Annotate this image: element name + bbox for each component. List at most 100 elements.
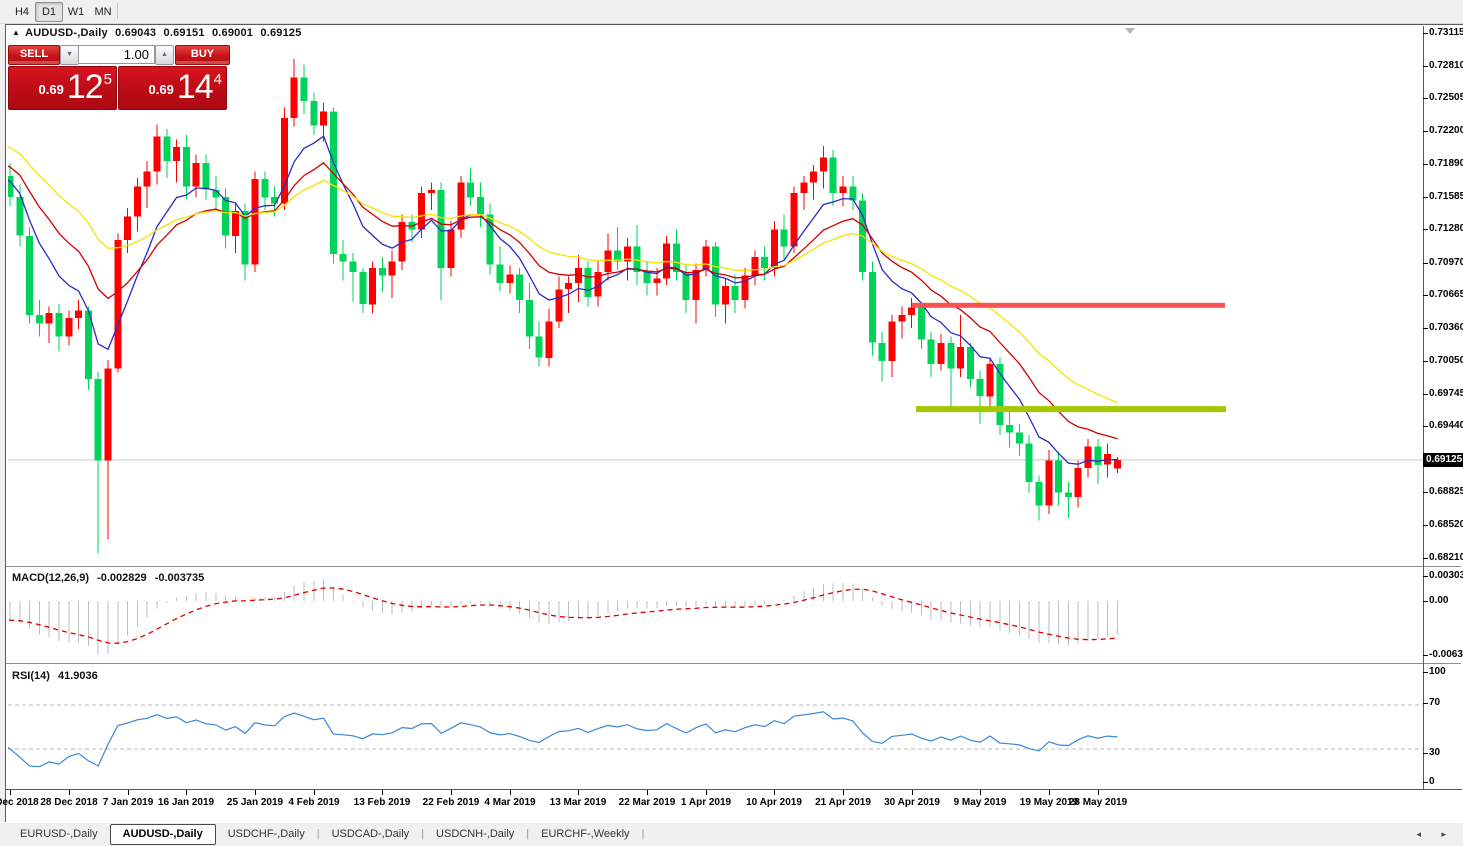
candle-body xyxy=(977,379,984,396)
candle-body xyxy=(154,136,161,171)
candle-body xyxy=(947,343,954,369)
candle-body xyxy=(918,308,925,340)
ohlc-high: 0.69151 xyxy=(164,27,205,39)
rsi-value: 41.9036 xyxy=(58,670,98,682)
candle-body xyxy=(75,311,82,319)
macd-signal-value: -0.003735 xyxy=(155,572,205,584)
volume-increase-button[interactable]: ▲ xyxy=(155,45,174,65)
ohlc-low: 0.69001 xyxy=(212,27,253,39)
date-tick xyxy=(382,790,383,795)
candle-body xyxy=(1075,468,1082,497)
candle-body xyxy=(1026,443,1033,482)
timeframe-button-w1[interactable]: W1 xyxy=(62,2,90,22)
candle-body xyxy=(418,193,425,229)
candle-body xyxy=(506,274,513,283)
price-tick xyxy=(1423,361,1428,362)
resistance-line[interactable] xyxy=(912,303,1225,308)
candle-body xyxy=(36,315,43,324)
candle-body xyxy=(585,268,592,297)
tab-scroll-arrows[interactable]: ◂ ▸ xyxy=(1416,829,1455,840)
chart-tab-eurchf[interactable]: EURCHF-,Weekly xyxy=(529,825,641,844)
macd-tick-label: 0.00 xyxy=(1429,595,1448,606)
candle-body xyxy=(516,274,523,300)
support-line[interactable] xyxy=(916,406,1226,412)
candle-body xyxy=(26,236,33,315)
rsi-tick-label: 100 xyxy=(1429,666,1446,677)
candle-body xyxy=(1016,433,1023,444)
candle-body xyxy=(301,77,308,101)
price-tick xyxy=(1423,263,1428,264)
candle-body xyxy=(957,347,964,368)
timeframe-button-d1[interactable]: D1 xyxy=(35,2,63,22)
candle-body xyxy=(820,158,827,172)
candle-body xyxy=(65,318,72,336)
candle-body xyxy=(193,163,200,187)
date-tick-label: 30 Apr 2019 xyxy=(884,797,940,808)
chart-tab-usdchf[interactable]: USDCHF-,Daily xyxy=(216,825,317,844)
chart-tab-eurusd[interactable]: EURUSD-,Daily xyxy=(8,825,110,844)
price-tick-label: 0.71280 xyxy=(1429,223,1463,234)
price-tick xyxy=(1423,295,1428,296)
date-tick-label: 19 Dec 2018 xyxy=(0,797,39,808)
pane-splitter-rsi[interactable] xyxy=(6,663,1461,666)
date-tick xyxy=(128,790,129,795)
candle-body xyxy=(810,172,817,183)
price-tick xyxy=(1423,394,1428,395)
date-tick-label: 9 May 2019 xyxy=(954,797,1007,808)
sell-price-box[interactable]: 0.69125 xyxy=(8,66,117,110)
buy-price-box[interactable]: 0.69144 xyxy=(118,66,227,110)
macd-tick-label: -0.006311 xyxy=(1429,649,1463,660)
sell-button[interactable]: SELL xyxy=(8,45,60,65)
candle-body xyxy=(889,321,896,361)
price-tick-label: 0.68520 xyxy=(1429,519,1463,530)
one-click-trading-panel: SELL ▼ 1.00 ▲ BUY 0.69125 0.69144 xyxy=(8,45,228,63)
buy-price-pips: 14 xyxy=(177,68,213,106)
collapse-panel-icon[interactable]: ▲ xyxy=(12,28,20,37)
candle-body xyxy=(242,211,249,265)
chart-tab-usdcnh[interactable]: USDCNH-,Daily xyxy=(424,825,526,844)
chart-tab-usdcad[interactable]: USDCAD-,Daily xyxy=(320,825,422,844)
date-tick xyxy=(510,790,511,795)
candle-body xyxy=(683,272,690,300)
candle-body xyxy=(203,163,210,190)
candle-body xyxy=(526,300,533,336)
macd-tick xyxy=(1423,576,1428,577)
macd-main-value: -0.002829 xyxy=(97,572,147,584)
candle-body xyxy=(555,289,562,321)
volume-decrease-button[interactable]: ▼ xyxy=(60,45,79,65)
price-tick-label: 0.70050 xyxy=(1429,355,1463,366)
chart-shift-marker-icon[interactable] xyxy=(1125,28,1135,34)
candle-body xyxy=(261,179,268,197)
macd-tick-label: 0.003035 xyxy=(1429,570,1463,581)
candle-body xyxy=(536,336,543,357)
macd-pane[interactable] xyxy=(8,570,1423,663)
buy-price-point: 4 xyxy=(214,71,222,88)
candle-body xyxy=(497,265,504,283)
price-tick-label: 0.73115 xyxy=(1429,27,1463,38)
volume-input[interactable]: 1.00 xyxy=(78,45,155,64)
date-tick xyxy=(451,790,452,795)
candle-body xyxy=(967,347,974,379)
timeframe-button-h4[interactable]: H4 xyxy=(8,2,36,22)
candle-body xyxy=(232,211,239,236)
chart-tab-audusd[interactable]: AUDUSD-,Daily xyxy=(110,824,216,845)
candle-body xyxy=(1045,461,1052,506)
candle-body xyxy=(830,158,837,193)
chart-symbol-period: AUDUSD-,Daily xyxy=(25,27,108,39)
candle-body xyxy=(702,247,709,271)
price-tick xyxy=(1423,558,1428,559)
buy-button[interactable]: BUY xyxy=(175,45,230,65)
candle-body xyxy=(791,193,798,247)
candle-body xyxy=(252,179,259,265)
price-tick xyxy=(1423,66,1428,67)
rsi-pane[interactable] xyxy=(8,667,1423,789)
price-tick xyxy=(1423,197,1428,198)
candle-body xyxy=(761,257,768,268)
price-tick xyxy=(1423,131,1428,132)
date-tick-label: 21 Apr 2019 xyxy=(815,797,871,808)
pane-splitter-macd[interactable] xyxy=(6,566,1461,569)
timeframe-button-mn[interactable]: MN xyxy=(89,2,117,22)
candle-body xyxy=(379,268,386,276)
candle-body xyxy=(1094,447,1101,465)
price-tick-label: 0.72810 xyxy=(1429,60,1463,71)
